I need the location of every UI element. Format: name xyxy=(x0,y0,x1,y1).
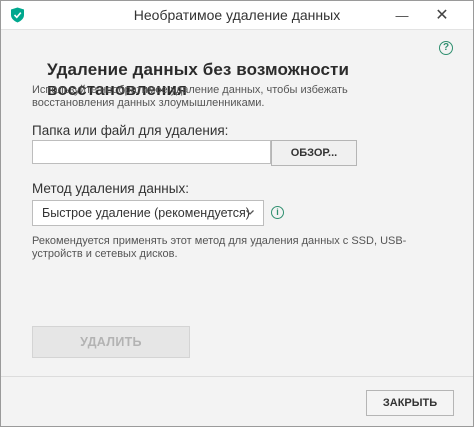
path-input[interactable] xyxy=(32,140,271,164)
delete-button[interactable]: УДАЛИТЬ xyxy=(32,326,190,358)
method-note: Рекомендуется применять этот метод для у… xyxy=(32,235,407,260)
title-bar: Необратимое удаление данных — ✕ xyxy=(1,1,473,30)
close-window-button[interactable]: ✕ xyxy=(427,1,457,29)
close-icon: ✕ xyxy=(435,7,449,24)
close-button[interactable]: ЗАКРЫТЬ xyxy=(366,390,454,416)
info-icon[interactable]: i xyxy=(271,206,284,219)
path-label: Папка или файл для удаления: xyxy=(32,123,229,138)
minimize-button[interactable]: — xyxy=(387,1,417,29)
description-text: Используйте необратимое удаление данных,… xyxy=(32,84,348,109)
method-select[interactable]: Быстрое удаление (рекомендуется) xyxy=(32,200,264,226)
help-icon[interactable]: ? xyxy=(439,41,453,55)
minimize-icon: — xyxy=(395,7,409,23)
footer-divider xyxy=(1,376,473,377)
dialog-window: Необратимое удаление данных — ✕ ? Удален… xyxy=(0,0,474,427)
chevron-down-icon xyxy=(246,210,254,215)
method-selected-value: Быстрое удаление (рекомендуется) xyxy=(42,206,250,220)
method-label: Метод удаления данных: xyxy=(32,181,189,196)
browse-button[interactable]: ОБЗОР... xyxy=(271,140,357,166)
